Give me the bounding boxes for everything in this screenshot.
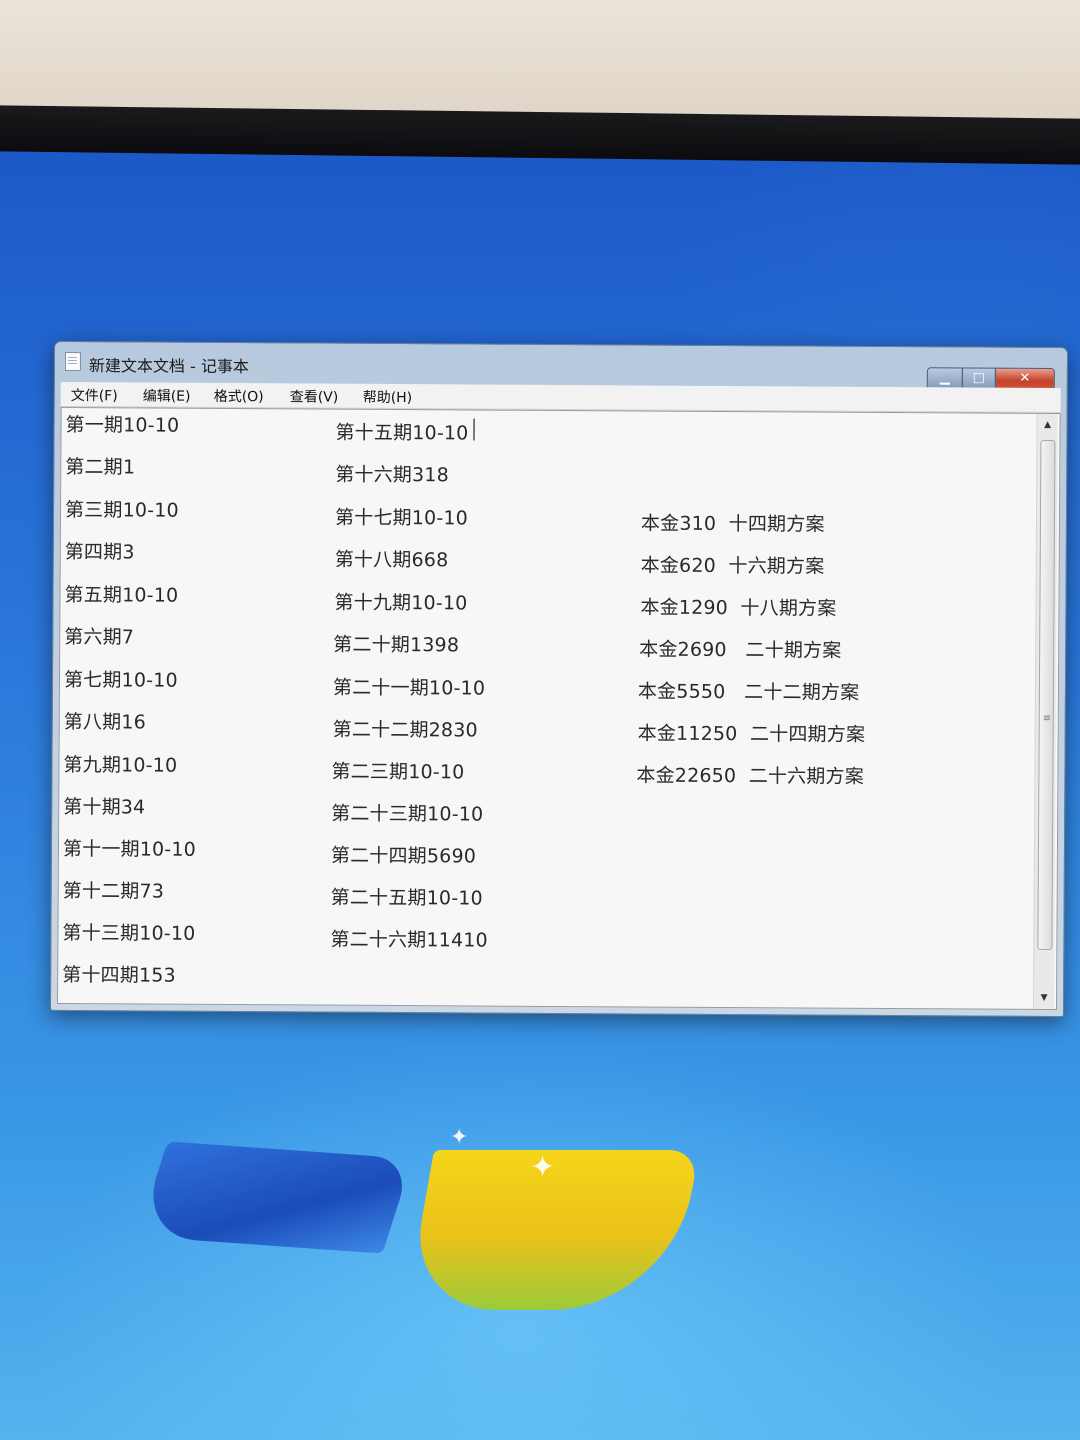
text-line: 第十六期318 — [335, 463, 449, 487]
text-editor[interactable]: 第一期10-10 第二期1 第三期10-10 第四期3 第五期10-10 第六期… — [57, 406, 1061, 1011]
grip-icon: ≡ — [1042, 712, 1052, 725]
notepad-icon — [64, 351, 81, 372]
text-line: 第二十六期11410 — [330, 928, 488, 952]
text-line: 第二三期10-10 — [331, 760, 465, 784]
notepad-window[interactable]: 新建文本文档 - 记事本 ▁ □ ✕ 文件(F) 编辑(E) 格式(O) 查看(… — [49, 340, 1069, 1018]
text-line: 第十期34 — [63, 795, 146, 819]
text-line: 本金11250 二十四期方案 — [637, 722, 866, 746]
text-line: 第一期10-10 — [65, 413, 180, 437]
text-line: 第十三期10-10 — [62, 921, 196, 945]
text-line: 第二十四期5690 — [330, 844, 477, 868]
text-line: 本金620 十六期方案 — [640, 554, 825, 578]
text-caret — [473, 418, 475, 441]
text-line: 第四期3 — [64, 540, 135, 564]
windows-logo-blue-pane — [137, 1141, 413, 1254]
text-line: 第十九期10-10 — [334, 591, 468, 615]
text-line: 本金5550 二十二期方案 — [637, 680, 860, 704]
menu-edit[interactable]: 编辑(E) — [143, 385, 191, 405]
title-bar[interactable]: 新建文本文档 - 记事本 ▁ □ ✕ — [55, 342, 1067, 393]
text-line: 第八期16 — [63, 710, 146, 734]
text-line: 第三期10-10 — [64, 498, 179, 522]
text-line: 第二十一期10-10 — [332, 676, 486, 700]
text-line: 本金2690 二十期方案 — [639, 638, 842, 662]
text-line: 第七期10-10 — [63, 668, 178, 692]
text-line: 本金310 十四期方案 — [640, 512, 825, 536]
scroll-up-icon[interactable]: ▲ — [1038, 416, 1058, 434]
menu-format[interactable]: 格式(O) — [214, 386, 264, 406]
text-line: 第十五期10-10 — [335, 421, 469, 445]
menu-help[interactable]: 帮助(H) — [363, 387, 413, 407]
text-line: 第六期7 — [64, 625, 135, 649]
text-line: 第十一期10-10 — [62, 837, 197, 861]
menu-view[interactable]: 查看(V) — [290, 386, 339, 406]
text-line: 第五期10-10 — [64, 583, 179, 607]
sparkle-icon: ✦ — [530, 1150, 556, 1185]
sparkle-icon: ✦ — [450, 1125, 469, 1150]
text-line: 本金1290 十八期方案 — [640, 596, 837, 620]
vertical-scrollbar[interactable]: ▲ ≡ ▼ — [1032, 413, 1058, 1010]
text-line: 第二十三期10-10 — [331, 802, 484, 826]
text-line: 第二十期1398 — [333, 633, 460, 657]
text-line: 第十八期668 — [334, 548, 449, 572]
text-line: 第二十五期10-10 — [330, 886, 483, 910]
scroll-thumb[interactable]: ≡ — [1037, 439, 1056, 951]
text-line: 第二期1 — [65, 455, 136, 479]
text-line: 第十七期10-10 — [334, 506, 469, 530]
text-line: 第十二期73 — [62, 879, 165, 903]
text-line: 第二十二期2830 — [332, 718, 478, 742]
menu-file[interactable]: 文件(F) — [71, 385, 118, 405]
window-title: 新建文本文档 - 记事本 — [88, 356, 249, 377]
text-line: 本金22650 二十六期方案 — [636, 764, 865, 788]
text-line: 第九期10-10 — [63, 753, 178, 777]
text-line: 第十四期153 — [62, 963, 176, 987]
scroll-down-icon[interactable]: ▼ — [1034, 989, 1054, 1007]
